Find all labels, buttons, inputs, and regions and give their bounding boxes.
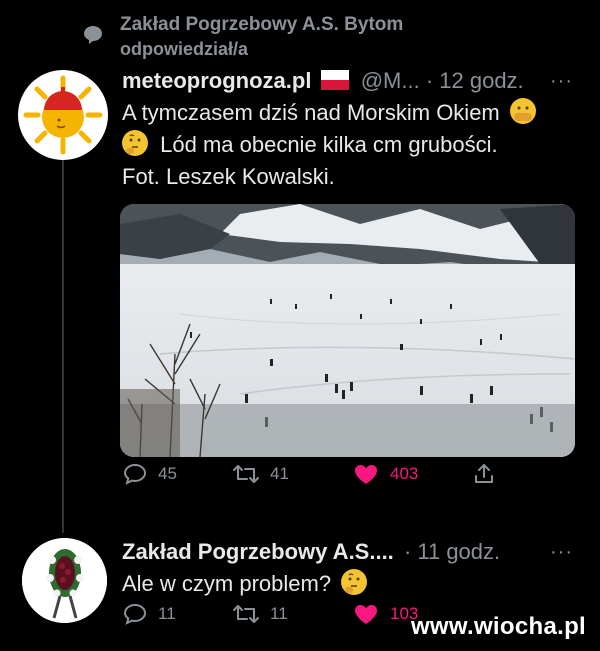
thread-line	[62, 148, 64, 533]
tweet1-line1: A tymczasem dziś nad Morskim Okiem	[122, 100, 500, 125]
reply-icon	[123, 463, 147, 485]
tweet2-retweet-button[interactable]: 11	[232, 602, 288, 626]
tweet2-more-button[interactable]: ···	[550, 541, 573, 564]
tweet1-header: meteoprognoza.pl @M... · 12 godz.	[122, 68, 524, 94]
tweet2-reply-button[interactable]: 11	[122, 602, 176, 626]
retweet-icon	[233, 465, 259, 483]
tweet1-retweet-count: 41	[270, 464, 289, 483]
reply-icon	[123, 603, 147, 625]
tweet1-like-count: 403	[390, 464, 419, 483]
tweet1-retweet-button[interactable]: 41	[232, 462, 289, 486]
tweet1-share-button[interactable]	[472, 462, 496, 486]
tweet2-reply-count: 11	[158, 604, 176, 623]
avatar-meteoprognoza[interactable]	[18, 70, 108, 160]
tweet1-more-button[interactable]: ···	[550, 70, 573, 93]
tweet1-line2-row: Lód ma obecnie kilka cm grubości.	[122, 129, 562, 161]
tweet2-like-button[interactable]: 103	[352, 602, 418, 626]
thinking-face-emoji	[122, 130, 148, 156]
face-with-hand-over-mouth-emoji	[509, 98, 536, 124]
share-icon	[475, 464, 493, 483]
tweet1-time[interactable]: · 12 godz.	[426, 68, 524, 93]
tweet1-line1-row: A tymczasem dziś nad Morskim Okiem	[122, 97, 562, 129]
tweet1-reply-count: 45	[158, 464, 177, 483]
tweet1-author-name[interactable]: meteoprognoza.pl	[122, 68, 311, 93]
tweet2-text-row: Ale w czym problem?	[122, 568, 368, 600]
tweet2-header: Zakład Pogrzebowy A.S.... · 11 godz.	[122, 539, 500, 565]
tweet2-retweet-count: 11	[270, 604, 288, 623]
tweet2-author-name[interactable]: Zakład Pogrzebowy A.S....	[122, 539, 394, 564]
tweet1-line3: Fot. Leszek Kowalski.	[122, 164, 335, 189]
tweet1-handle[interactable]: @M...	[361, 68, 420, 93]
tweet2-text: Ale w czym problem?	[122, 571, 332, 596]
tweet1-line2: Lód ma obecnie kilka cm grubości.	[160, 132, 498, 157]
tweet1-text: A tymczasem dziś nad Morskim Okiem Lód m…	[122, 97, 562, 193]
heart-filled-icon	[355, 605, 377, 624]
speech-bubble-icon	[84, 26, 102, 44]
reply-context-verb: odpowiedział/a	[120, 39, 249, 59]
tweet2-time[interactable]: · 11 godz.	[404, 539, 500, 564]
watermark: www.wiocha.pl	[410, 613, 586, 640]
thinking-face-emoji	[341, 569, 368, 595]
heart-filled-icon	[355, 465, 377, 484]
poland-flag-icon	[320, 70, 349, 90]
avatar-zaklad-pogrzebowy[interactable]	[22, 538, 107, 623]
retweet-icon	[233, 605, 259, 623]
tweet1-reply-button[interactable]: 45	[122, 462, 177, 486]
reply-context-account[interactable]: Zakład Pogrzebowy A.S. Bytom	[120, 14, 403, 36]
tweet1-like-button[interactable]: 403	[352, 462, 418, 486]
tweet1-photo[interactable]	[120, 204, 575, 457]
